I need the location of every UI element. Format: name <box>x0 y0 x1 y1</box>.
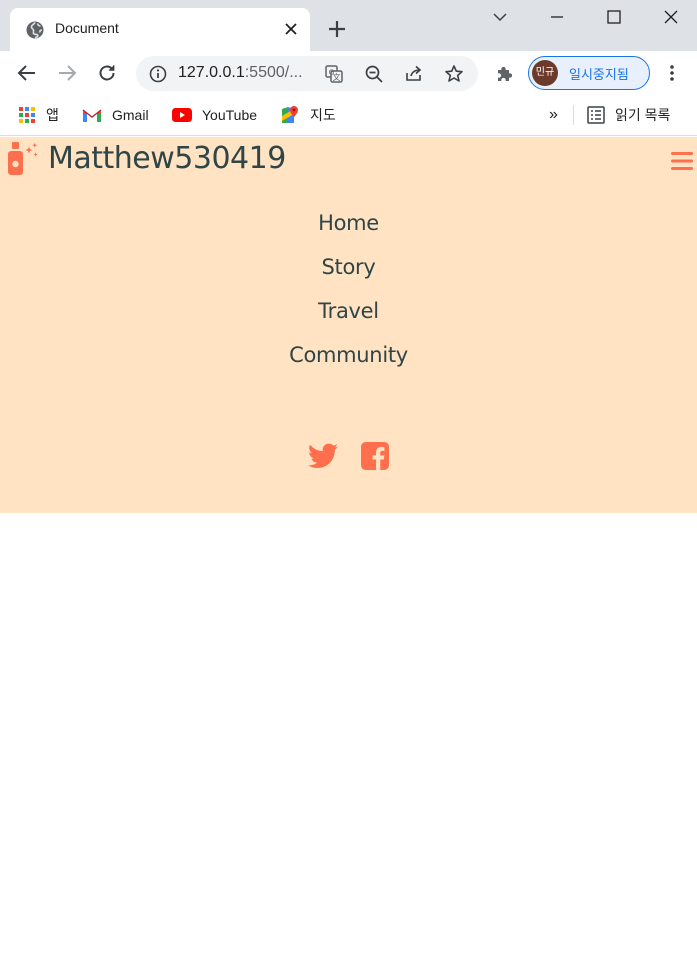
bookmarks-bar: 앱 Gmail YouTube 지도 » 읽기 목록 <box>0 95 697 136</box>
nav-item-home[interactable]: Home <box>0 201 697 245</box>
url-text[interactable]: 127.0.0.1:5500/... <box>178 64 303 82</box>
site-header: Matthew530419 Home Story Travel Communit… <box>0 137 697 513</box>
twitter-link[interactable] <box>307 443 338 473</box>
site-nav-menu: Home Story Travel Community <box>0 201 697 377</box>
bookmark-label: Gmail <box>112 107 149 123</box>
share-icon[interactable] <box>404 64 424 84</box>
profile-button[interactable]: 민규 일시중지됨 <box>528 56 650 90</box>
social-links <box>0 442 697 474</box>
site-brand[interactable]: Matthew530419 <box>48 141 286 176</box>
reading-list-icon <box>587 106 605 124</box>
reading-list-button[interactable]: 읽기 목록 <box>587 104 670 126</box>
profile-status: 일시중지됨 <box>569 68 629 83</box>
svg-text:G: G <box>329 69 334 77</box>
maps-icon <box>282 106 298 123</box>
site-info-icon[interactable] <box>148 64 168 84</box>
bookmark-youtube[interactable]: YouTube <box>172 104 257 126</box>
extensions-puzzle-icon[interactable] <box>494 62 516 84</box>
nav-item-story[interactable]: Story <box>0 245 697 289</box>
youtube-icon <box>172 108 192 122</box>
more-menu-icon[interactable] <box>661 62 683 84</box>
minimize-icon[interactable] <box>546 6 568 28</box>
browser-titlebar: Document <box>0 0 697 51</box>
apps-grid-icon <box>19 107 35 123</box>
browser-tab[interactable]: Document <box>10 8 310 51</box>
perfume-logo-icon[interactable] <box>6 142 40 176</box>
bookmarks-divider <box>573 105 574 125</box>
facebook-icon <box>361 442 390 470</box>
twitter-icon <box>307 443 338 468</box>
back-arrow-icon[interactable] <box>16 62 38 84</box>
tab-title: Document <box>55 20 119 36</box>
bookmark-gmail[interactable]: Gmail <box>82 104 149 126</box>
reload-icon[interactable] <box>96 62 118 84</box>
tab-search-chevron-icon[interactable] <box>489 6 511 28</box>
nav-item-travel[interactable]: Travel <box>0 289 697 333</box>
bookmark-label: 앱 <box>46 107 59 123</box>
browser-toolbar: 127.0.0.1:5500/... 文 G 민규 일시중지됨 <box>0 51 697 95</box>
bookmarks-overflow-button[interactable]: » <box>549 104 558 126</box>
forward-arrow-icon[interactable] <box>56 62 78 84</box>
bookmark-maps[interactable]: 지도 <box>280 104 336 126</box>
facebook-link[interactable] <box>361 442 390 474</box>
reading-list-label: 읽기 목록 <box>615 107 671 123</box>
maximize-icon[interactable] <box>603 6 625 28</box>
url-host: 127.0.0.1 <box>178 64 245 81</box>
bookmark-apps[interactable]: 앱 <box>18 104 59 126</box>
address-bar[interactable]: 127.0.0.1:5500/... 文 G <box>136 56 478 91</box>
bookmark-label: YouTube <box>202 107 258 123</box>
nav-item-community[interactable]: Community <box>0 333 697 377</box>
translate-icon[interactable]: 文 G <box>324 64 344 84</box>
new-tab-plus-icon[interactable] <box>326 18 348 40</box>
gmail-icon <box>82 109 102 122</box>
bookmark-label: 지도 <box>310 107 336 123</box>
globe-icon <box>26 21 44 39</box>
bookmark-star-icon[interactable] <box>444 64 464 84</box>
overflow-label: » <box>549 106 558 123</box>
close-tab-icon[interactable] <box>282 20 300 38</box>
close-window-icon[interactable] <box>660 6 682 28</box>
hamburger-menu-icon[interactable] <box>671 150 693 172</box>
zoom-out-icon[interactable] <box>364 64 384 84</box>
url-path: :5500/... <box>244 64 303 81</box>
avatar: 민규 <box>532 60 558 86</box>
